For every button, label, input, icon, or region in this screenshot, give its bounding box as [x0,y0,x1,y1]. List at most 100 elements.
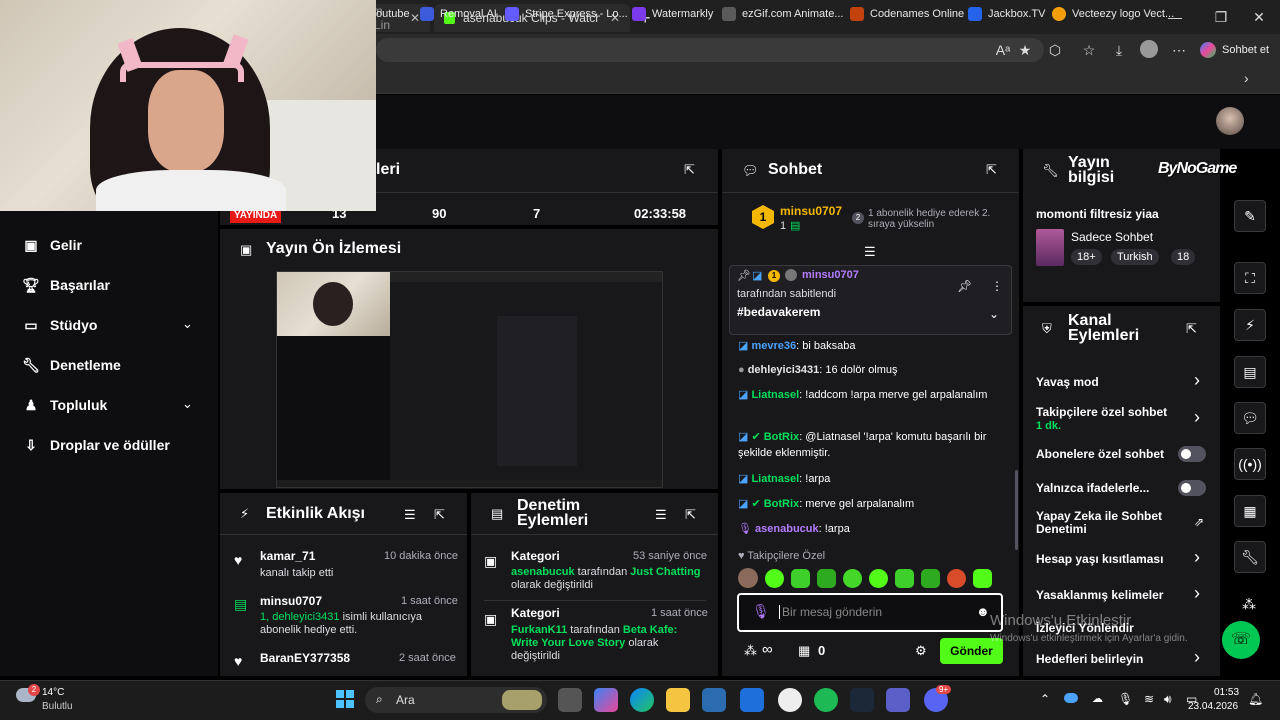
chat-icon[interactable]: 💬︎ [1234,402,1266,434]
emote[interactable] [895,568,914,588]
outlook-icon[interactable] [740,688,764,712]
mic-icon[interactable]: 🎙︎ [752,603,770,620]
filter-icon[interactable]: ☰ [655,507,667,523]
emote[interactable] [791,568,810,588]
teams-icon[interactable] [886,688,910,712]
tag-chip[interactable]: Turkish [1111,249,1159,265]
close-window-button[interactable]: ✕ [1236,6,1280,28]
copilot-app-icon[interactable] [594,688,618,712]
spotify-icon[interactable] [814,688,838,712]
chat-user[interactable]: mevre36 [751,340,796,352]
chevron-right-icon[interactable]: › [1244,70,1249,86]
tray-chevron-icon[interactable]: ⌃ [1040,692,1050,706]
microphone-icon[interactable]: 🎙︎ [1118,692,1133,706]
bookmark-item[interactable]: Vecteezy logo Vect... [1052,4,1174,24]
more-vert-icon[interactable]: ⋮ [991,279,1003,293]
gear-icon[interactable]: ⚙ [915,643,927,659]
copilot-button[interactable]: Sohbet et [1200,40,1269,60]
screenshot-icon[interactable]: ⛶ [1234,262,1266,294]
chat-user[interactable]: Liatnasel [751,389,799,401]
chat-user[interactable]: Liatnasel [751,473,799,485]
stream-preview-video[interactable] [276,271,663,488]
bookmark-item[interactable]: Stripe Express - Lo... [505,4,628,24]
chevron-right-icon[interactable]: › [1194,547,1200,568]
channel-action-label[interactable]: Yavaş mod [1036,375,1099,389]
favorites-icon[interactable]: ☆ [1078,40,1100,60]
channel-action-label[interactable]: Takipçilere özel sohbet [1036,405,1176,419]
nav-item-income[interactable]: ▣ Gelir [22,233,82,257]
broadcast-icon[interactable]: ((•)) [1234,448,1266,480]
edge-icon[interactable] [630,688,654,712]
emote[interactable] [843,568,862,588]
nav-item-achievements[interactable]: 🏆︎ Başarılar [22,273,110,297]
gift-box-icon[interactable]: ▦ [798,643,810,659]
emote[interactable] [973,568,992,588]
channel-action-label[interactable]: Hesap yaşı kısıtlaması [1036,552,1163,566]
read-aloud-icon[interactable]: Aᵃ [992,40,1014,60]
leader-user[interactable]: minsu0707 [780,204,842,218]
activity-user[interactable]: BaranEY377358 [260,651,350,665]
user-avatar[interactable] [1216,107,1244,135]
tray-icon[interactable]: ☁ [1092,692,1103,705]
nav-item-moderation[interactable]: 🔧︎ Denetleme [22,353,121,377]
chevron-down-icon[interactable]: ⌄ [182,396,193,412]
emote-only-toggle[interactable] [1178,480,1206,496]
subscribers-only-toggle[interactable] [1178,446,1206,462]
notification-icon[interactable]: 🔔︎ [1248,692,1263,706]
chevron-right-icon[interactable]: › [1194,583,1200,604]
chat-input[interactable]: Bir mesaj gönderin [779,605,882,619]
popout-icon[interactable]: ⇱ [986,162,997,178]
app-icon[interactable] [778,688,802,712]
chevron-right-icon[interactable]: › [1194,647,1200,668]
emote[interactable] [947,568,966,588]
bookmark-item[interactable]: outube [376,4,410,24]
wrench-icon[interactable]: 🔧︎ [1234,541,1266,573]
emoji-icon[interactable]: ☻ [976,604,990,619]
chevron-down-icon[interactable]: ⌄ [989,307,999,321]
chevron-down-icon[interactable]: ⌄ [182,316,193,332]
bookmark-item[interactable]: Jackbox.TV [968,4,1045,24]
clock-date[interactable]: 23.04.2026 [1188,701,1238,712]
channel-action-label[interactable]: Hedefleri belirleyin [1036,652,1143,666]
external-link-icon[interactable]: ⇗ [1194,515,1204,529]
channel-action-label[interactable]: Abonelere özel sohbet [1036,447,1164,461]
nav-item-drops[interactable]: ⇩ Droplar ve ödüller [22,433,170,457]
emote[interactable] [817,568,836,588]
pinned-user[interactable]: minsu0707 [802,269,859,281]
channel-action-label[interactable]: Yalnızca ifadelerle... [1036,481,1149,495]
chat-user[interactable]: BotRix [764,431,799,443]
volume-icon[interactable]: 🔊︎ [1164,692,1172,707]
tag-chip[interactable]: 18+ [1071,249,1102,265]
channel-action-label[interactable]: Yasaklanmış kelimeler [1036,588,1163,602]
address-input[interactable] [376,38,1044,62]
nav-item-studio[interactable]: ▭ Stüdyo [22,313,97,337]
category-thumbnail[interactable] [1036,229,1064,266]
chat-user[interactable]: BotRix [764,498,799,510]
wifi-icon[interactable]: ≋ [1144,692,1154,706]
store-icon[interactable] [702,688,726,712]
chat-scrollbar[interactable] [1015,470,1018,550]
tag-chip[interactable]: 18 [1171,249,1196,265]
onedrive-icon[interactable] [1064,693,1078,703]
popout-icon[interactable]: ⇱ [685,507,696,523]
downloads-icon[interactable]: ⤓ [1108,40,1130,60]
start-button[interactable] [336,690,354,708]
extensions-icon[interactable]: ⬡ [1044,40,1066,60]
emote[interactable] [869,568,888,588]
document-icon[interactable]: ▤ [1234,356,1266,388]
popout-icon[interactable]: ⇱ [434,507,445,523]
support-chat-button[interactable]: ☏ [1222,621,1260,659]
emote[interactable] [738,568,758,588]
bookmark-item[interactable]: Removal.AI [420,4,497,24]
clock-time[interactable]: 01:53 [1214,687,1239,698]
nav-item-community[interactable]: ♟ Topluluk [22,393,108,417]
chat-user[interactable]: asenabucuk [755,523,819,535]
bookmark-item[interactable]: ezGif.com Animate... [722,4,843,24]
favorite-star-icon[interactable]: ★ [1014,40,1036,60]
chat-user[interactable]: dehleyici3431 [748,364,820,376]
channel-action-label[interactable]: Yapay Zeka ile Sohbet Denetimi [1036,510,1176,536]
edit-icon[interactable]: ✎ [1234,200,1266,232]
close-icon[interactable]: ✕ [410,11,420,25]
expand-icon[interactable]: ☰ [864,244,876,260]
steam-icon[interactable] [850,688,874,712]
